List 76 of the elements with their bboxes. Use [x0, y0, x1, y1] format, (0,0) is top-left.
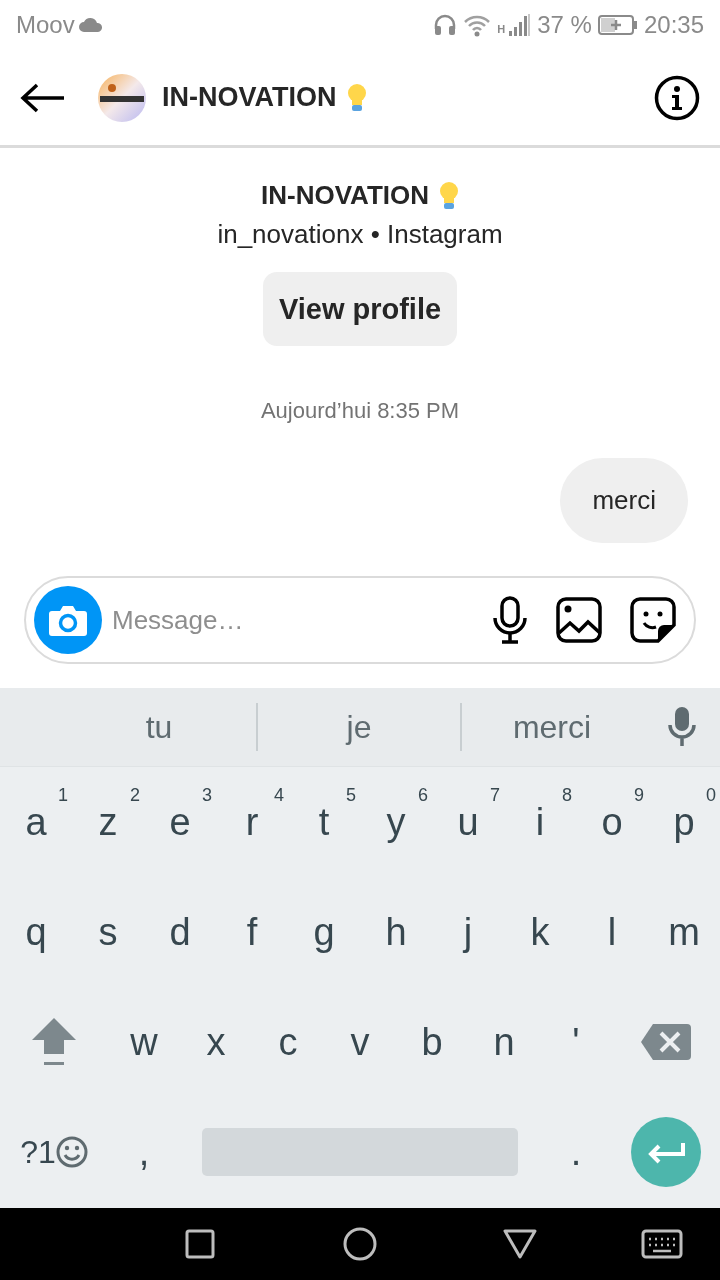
avatar[interactable] [98, 73, 146, 122]
keyboard-key[interactable]: w [108, 987, 180, 1097]
keyboard-key[interactable]: 5 t [288, 767, 360, 877]
keyboard-key[interactable]: 0 p [648, 767, 720, 877]
suggestion[interactable]: merci [462, 703, 642, 751]
shift-key[interactable] [30, 1016, 78, 1068]
key-hint: 0 [706, 785, 716, 806]
sticker-icon[interactable] [630, 597, 676, 643]
keyboard-key[interactable]: m [648, 877, 720, 987]
suggestion[interactable]: je [258, 703, 462, 751]
keyboard-key[interactable]: 8 i [504, 767, 576, 877]
lightbulb-icon [346, 82, 367, 113]
home-button[interactable] [343, 1227, 377, 1261]
chat-title: IN-NOVATION [162, 82, 337, 113]
keyboard-key[interactable]: n [468, 987, 540, 1097]
keyboard-key[interactable]: , [108, 1097, 180, 1207]
back-button[interactable] [503, 1229, 537, 1259]
key-hint: 9 [634, 785, 644, 806]
keyboard-key[interactable]: c [252, 987, 324, 1097]
keyboard-key[interactable]: 7 u [432, 767, 504, 877]
key-hint: 4 [274, 785, 284, 806]
suggestion[interactable]: tu [62, 703, 258, 751]
network-type: H [497, 23, 506, 35]
microphone-icon[interactable] [492, 596, 528, 644]
camera-icon [48, 603, 88, 637]
clock-time: 20:35 [643, 11, 704, 39]
keyboard-key[interactable]: j [432, 877, 504, 987]
message-bubble: merci [560, 458, 688, 543]
keyboard-key[interactable]: q [0, 877, 72, 987]
signal-icon [507, 13, 532, 37]
wifi-icon [463, 13, 492, 37]
keyboard-key[interactable]: g [288, 877, 360, 987]
keyboard-key[interactable]: d [144, 877, 216, 987]
keyboard-key[interactable]: v [324, 987, 396, 1097]
message-timestamp: Aujourd’hui 8:35 PM [260, 398, 460, 424]
keyboard-key[interactable]: f [216, 877, 288, 987]
keyboard-key[interactable]: 2 z [72, 767, 144, 877]
key-hint: 7 [490, 785, 500, 806]
keyboard-key[interactable]: 1 a [0, 767, 72, 877]
carrier-name: Moov [16, 11, 75, 39]
keyboard-key[interactable]: s [72, 877, 144, 987]
profile-name: IN-NOVATION [261, 180, 429, 211]
emoji-icon [55, 1136, 88, 1168]
message-placeholder: Message… [112, 604, 245, 636]
backspace-key[interactable] [641, 1024, 691, 1060]
profile-subtitle: in_novationx • Instagram [217, 219, 503, 250]
key-hint: 8 [562, 785, 572, 806]
key-hint: 5 [346, 785, 356, 806]
battery-percent: 37 % [537, 11, 592, 39]
key-hint: 3 [202, 785, 212, 806]
keyboard-key[interactable]: k [504, 877, 576, 987]
lightbulb-icon [439, 180, 459, 211]
keyboard-icon[interactable] [641, 1229, 683, 1259]
cloud-icon [78, 18, 103, 32]
gallery-icon[interactable] [556, 597, 602, 643]
keyboard-key[interactable]: 3 e [144, 767, 216, 877]
recents-button[interactable] [185, 1229, 215, 1259]
headphones-icon [433, 13, 458, 37]
battery-icon [597, 15, 638, 35]
keyboard-key[interactable]: 6 y [360, 767, 432, 877]
key-hint: 2 [130, 785, 140, 806]
symbols-key[interactable]: ?1 [0, 1097, 108, 1207]
keyboard-key[interactable]: ' [540, 987, 612, 1097]
keyboard-key[interactable]: 9 o [576, 767, 648, 877]
key-hint: 6 [418, 785, 428, 806]
keyboard-key[interactable]: b [396, 987, 468, 1097]
keyboard-key[interactable]: 4 r [216, 767, 288, 877]
view-profile-button[interactable]: View profile [262, 272, 458, 346]
key-hint: 1 [58, 785, 68, 806]
info-icon[interactable] [654, 74, 700, 121]
keyboard-key[interactable]: . [540, 1097, 612, 1207]
keyboard-key[interactable]: h [360, 877, 432, 987]
keyboard-key[interactable]: x [180, 987, 252, 1097]
back-arrow-icon[interactable] [20, 81, 66, 114]
camera-button[interactable] [34, 586, 102, 654]
keyboard-key[interactable]: l [576, 877, 648, 987]
